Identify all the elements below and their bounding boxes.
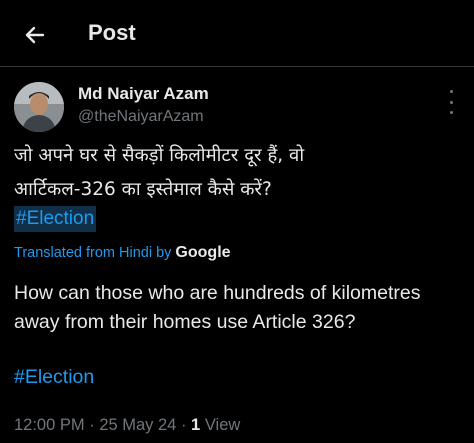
translated-from-label: Translated from Hindi by — [14, 245, 172, 261]
more-options-button[interactable] — [444, 90, 458, 114]
avatar-image — [14, 82, 64, 132]
more-vertical-icon — [449, 90, 453, 93]
translation-attribution[interactable]: Translated from Hindi by Google — [14, 244, 231, 262]
header-divider — [0, 66, 474, 67]
original-text-line-1: जो अपने घर से सैकड़ों किलोमीटर दूर हैं, … — [14, 145, 305, 166]
post-date[interactable]: 25 May 24 — [99, 416, 176, 434]
post-metadata: 12:00 PM · 25 May 24 · 1 View — [14, 416, 240, 435]
meta-separator: · — [89, 416, 95, 434]
view-count[interactable]: 1 — [191, 416, 200, 434]
author-handle[interactable]: @theNaiyarAzam — [78, 108, 204, 126]
arrow-left-icon — [25, 26, 45, 44]
avatar[interactable] — [14, 82, 64, 132]
page-title: Post — [88, 20, 136, 45]
author-name[interactable]: Md Naiyar Azam — [78, 84, 209, 104]
view-label: View — [204, 416, 241, 434]
meta-separator: · — [180, 416, 187, 434]
original-text-line-2: आर्टिकल-326 का इस्तेमाल कैसे करें? — [14, 179, 272, 200]
google-logo: Google — [175, 244, 231, 261]
translated-hashtag-link[interactable]: #Election — [14, 364, 94, 390]
post-translated-text: How can those who are hundreds of kilome… — [14, 282, 421, 333]
original-hashtag-link[interactable]: #Election — [14, 206, 97, 232]
top-bar: Post — [0, 0, 474, 66]
back-button[interactable] — [20, 20, 50, 50]
post-original-text: जो अपने घर से सैकड़ों किलोमीटर दूर हैं, … — [14, 139, 464, 207]
post-time[interactable]: 12:00 PM — [14, 416, 85, 434]
